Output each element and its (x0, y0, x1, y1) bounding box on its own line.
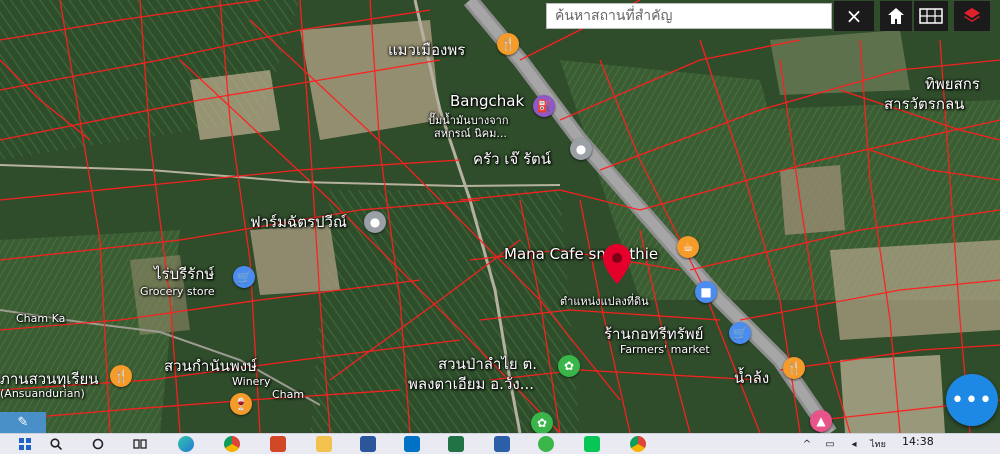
taskbar: ^ ▭ ◂ ไทย 14:38 (0, 433, 1000, 454)
gas-station-pin-icon[interactable]: ⛽ (533, 95, 555, 117)
grid-button[interactable] (914, 1, 948, 31)
search-input[interactable] (546, 3, 832, 29)
place-pin-icon[interactable]: ● (570, 138, 592, 160)
place-label: Mana Cafe smoothie (504, 245, 659, 263)
satellite-map[interactable]: แมวเมืองพร Bangchak ปั๊มน้ำมันบางจาก สหก… (0, 0, 1000, 433)
place-label: พลงตาเอียม อ.วัง... (408, 375, 534, 393)
measure-tool-icon[interactable]: ✎ (0, 412, 46, 433)
park-pin-icon[interactable]: ✿ (531, 412, 553, 433)
place-label: แมวเมืองพร (388, 41, 466, 59)
grid-icon (919, 8, 943, 24)
place-label: Farmers' market (620, 343, 710, 356)
cafe-pin-icon[interactable]: ☕ (677, 236, 699, 258)
layers-button[interactable] (954, 1, 990, 31)
shopping-pin-icon[interactable]: 🛒 (233, 266, 255, 288)
chevron-up-icon[interactable]: ^ (800, 436, 814, 452)
volume-icon[interactable]: ◂ (846, 436, 862, 452)
place-label: Bangchak (450, 92, 525, 110)
place-label: ไร่บรีรักษ์ (154, 265, 215, 283)
place-label: สารวัตรกลน (884, 95, 965, 113)
chrome-icon[interactable] (630, 436, 646, 452)
parcel-location-label: ตำแหน่งแปลงที่ดิน (560, 295, 649, 308)
search-icon[interactable] (48, 436, 64, 452)
chrome-icon[interactable] (224, 436, 240, 452)
home-button[interactable] (880, 1, 912, 31)
food-pin-icon[interactable]: 🍴 (110, 365, 132, 387)
food-pin-icon[interactable]: 🍴 (497, 33, 519, 55)
more-options-button[interactable]: ••• (946, 374, 998, 426)
location-marker-icon[interactable] (603, 244, 631, 284)
market-pin-icon[interactable]: 🛒 (729, 322, 751, 344)
place-label: ฟาร์มฉัตรปวีณ์ (250, 213, 347, 231)
place-label: น้ำล้ง (734, 369, 770, 387)
language-indicator[interactable]: ไทย (866, 436, 890, 452)
place-label: สหกรณ์ นิคม... (434, 127, 507, 140)
line-icon[interactable] (584, 436, 600, 452)
place-label: (Ansuandurian) (0, 387, 85, 400)
home-icon (888, 8, 904, 24)
close-icon: × (845, 4, 863, 28)
clear-search-button[interactable]: × (834, 1, 874, 31)
park-pin-icon[interactable]: ✿ (558, 355, 580, 377)
food-pin-icon[interactable]: 🍴 (783, 357, 805, 379)
excel-icon[interactable] (448, 436, 464, 452)
powerpoint-icon[interactable] (270, 436, 286, 452)
word-icon[interactable] (360, 436, 376, 452)
road-label: Cham (272, 388, 305, 401)
edge-icon[interactable] (178, 436, 194, 452)
file-explorer-icon[interactable] (316, 436, 332, 452)
winery-pin-icon[interactable]: 🍷 (230, 393, 252, 415)
windows-start-icon[interactable] (16, 436, 34, 452)
network-icon[interactable]: ▭ (822, 436, 838, 452)
app-icon[interactable] (494, 436, 510, 452)
place-label: ครัว เจ๊ รัตน์ (473, 150, 552, 168)
more-icon: ••• (951, 387, 993, 413)
place-pin-icon[interactable]: ● (364, 211, 386, 233)
clock[interactable]: 14:38 (902, 435, 934, 448)
store-pin-icon[interactable]: ■ (695, 281, 717, 303)
hotel-pin-icon[interactable]: ▲ (810, 410, 832, 432)
layers-icon (964, 8, 980, 22)
place-label: Winery (232, 375, 271, 388)
cortana-icon[interactable] (90, 436, 106, 452)
place-label: Grocery store (140, 285, 215, 298)
green-app-icon[interactable] (538, 436, 554, 452)
task-view-icon[interactable] (132, 436, 148, 452)
outlook-icon[interactable] (404, 436, 420, 452)
road-label: Cham Ka (16, 312, 66, 325)
